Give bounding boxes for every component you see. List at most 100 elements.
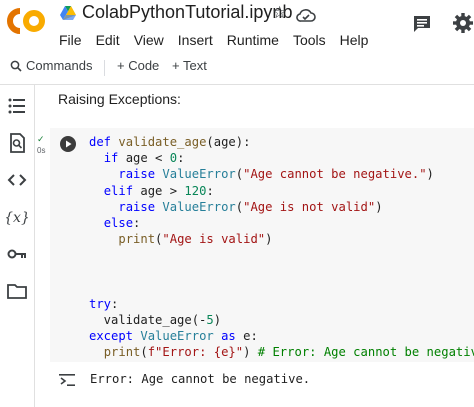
- code-token: :: [177, 151, 185, 166]
- code-token: "Age is not valid": [243, 199, 376, 214]
- menu-runtime[interactable]: Runtime: [227, 32, 279, 48]
- code-line: try:: [89, 296, 474, 312]
- code-token: print: [118, 232, 156, 247]
- code-token: "Age cannot be negative.": [243, 167, 427, 182]
- code-token: age <: [118, 151, 170, 166]
- menu-bar: File Edit View Insert Runtime Tools Help: [59, 32, 382, 48]
- code-line: if age < 0:: [89, 150, 474, 166]
- find-icon[interactable]: [6, 132, 28, 154]
- code-token: :: [133, 215, 141, 230]
- code-snippets-icon[interactable]: [6, 169, 28, 191]
- code-line: elif age > 120:: [89, 183, 474, 199]
- code-token: ValueError: [162, 167, 236, 182]
- code-line: raise ValueError("Age is not valid"): [89, 199, 474, 215]
- code-token: ): [243, 345, 258, 360]
- execution-success-icon: ✓: [37, 134, 45, 144]
- code-token: 120: [184, 183, 207, 198]
- code-token: f"Error: {e}": [147, 345, 244, 360]
- code-line: validate_age(-5): [89, 312, 474, 328]
- code-line: print(f"Error: {e}") # Error: Age cannot…: [89, 344, 474, 360]
- code-token: if: [103, 151, 119, 166]
- menu-edit[interactable]: Edit: [96, 32, 120, 48]
- left-sidebar: {x}: [0, 85, 34, 407]
- code-token: (: [235, 199, 244, 214]
- code-token: elif: [103, 183, 134, 198]
- secrets-key-icon[interactable]: [6, 243, 28, 265]
- star-icon[interactable]: ☆: [272, 3, 287, 23]
- code-token: ): [426, 167, 434, 182]
- execution-time: 0s: [37, 146, 46, 155]
- code-token: # Error: Age cannot be negative: [257, 345, 474, 360]
- output-toggle-icon[interactable]: [58, 372, 76, 388]
- code-token: try: [89, 296, 112, 311]
- menu-file[interactable]: File: [59, 32, 82, 48]
- code-token: def: [89, 135, 112, 149]
- code-line: print("Age is valid"): [89, 231, 474, 247]
- code-token: validate_age: [118, 135, 207, 149]
- code-token: ): [213, 313, 222, 328]
- code-token: else: [103, 215, 134, 230]
- variables-icon[interactable]: {x}: [4, 206, 30, 228]
- search-icon: [10, 60, 22, 72]
- menu-insert[interactable]: Insert: [178, 32, 213, 48]
- code-editor[interactable]: def validate_age(age): if age < 0: raise…: [89, 134, 474, 361]
- code-token: age >: [133, 183, 185, 198]
- code-line: raise ValueError("Age cannot be negative…: [89, 166, 474, 182]
- menu-view[interactable]: View: [134, 32, 164, 48]
- code-token: 5: [206, 313, 214, 328]
- commands-label: Commands: [26, 58, 93, 73]
- notebook-toolbar: Commands + Code + Text: [0, 58, 474, 78]
- menu-tools[interactable]: Tools: [293, 32, 326, 48]
- text-cell-heading[interactable]: Raising Exceptions:: [58, 91, 181, 107]
- code-line: else:: [89, 215, 474, 231]
- comment-icon[interactable]: [412, 14, 432, 34]
- code-token: (: [235, 167, 244, 182]
- sidebar-border: [34, 85, 35, 407]
- gear-icon[interactable]: [452, 12, 474, 34]
- toolbar-divider: [104, 60, 105, 76]
- code-token: (age):: [206, 135, 251, 149]
- add-code-button[interactable]: + Code: [117, 58, 159, 73]
- menu-help[interactable]: Help: [340, 32, 369, 48]
- google-drive-icon[interactable]: [60, 6, 76, 20]
- notebook-title[interactable]: ColabPythonTutorial.ipynb: [82, 2, 292, 23]
- code-token: ): [375, 199, 383, 214]
- code-token: raise: [118, 167, 156, 182]
- code-line: def validate_age(age):: [89, 134, 474, 150]
- cell-output: Error: Age cannot be negative.: [90, 372, 311, 386]
- code-token: ValueError: [162, 199, 236, 214]
- colab-logo[interactable]: [6, 6, 48, 36]
- code-token: except: [89, 329, 134, 344]
- add-text-button[interactable]: + Text: [172, 58, 207, 73]
- code-token: "Age is valid": [162, 232, 266, 247]
- svg-text:{x}: {x}: [6, 210, 28, 226]
- code-token: ): [265, 232, 273, 247]
- commands-button[interactable]: Commands: [10, 58, 92, 73]
- code-token: 0: [169, 151, 178, 166]
- code-token: raise: [118, 199, 156, 214]
- code-token: as: [221, 329, 236, 344]
- code-token: ValueError: [140, 329, 214, 344]
- code-token: e:: [235, 329, 258, 344]
- code-token: validate_age(-: [89, 313, 207, 328]
- toolbar-bottom-border: [0, 84, 474, 85]
- code-token: print: [103, 345, 141, 360]
- add-code-label: + Code: [117, 58, 160, 73]
- code-token: :: [206, 183, 214, 198]
- cloud-sync-icon[interactable]: [296, 7, 316, 23]
- files-folder-icon[interactable]: [6, 280, 28, 302]
- table-of-contents-icon[interactable]: [6, 95, 28, 117]
- code-line: except ValueError as e:: [89, 328, 474, 344]
- run-cell-button[interactable]: [60, 136, 76, 152]
